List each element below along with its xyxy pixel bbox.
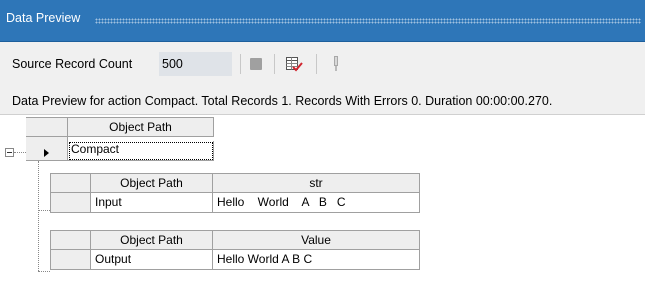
toolbar: Source Record Count: [0, 42, 645, 89]
input-path-cell[interactable]: Input: [91, 193, 213, 213]
toolbar-separator: [316, 54, 317, 74]
grid-corner-cell: [26, 117, 68, 137]
stop-button[interactable]: [248, 56, 264, 72]
pin-icon: [334, 56, 338, 71]
output-value-cell[interactable]: Hello World A B C: [213, 250, 420, 270]
status-line: Data Preview for action Compact. Total R…: [0, 89, 645, 115]
input-column-header[interactable]: str: [213, 173, 420, 193]
preview-data-button[interactable]: [285, 55, 303, 73]
output-path-cell[interactable]: Output: [91, 250, 213, 270]
input-corner-cell: [50, 173, 91, 193]
output-row-header[interactable]: [50, 250, 91, 270]
titlebar-grip[interactable]: [95, 18, 641, 24]
root-column-header[interactable]: Object Path: [68, 117, 214, 137]
output-column-header[interactable]: Object Path: [91, 230, 213, 250]
input-column-header[interactable]: Object Path: [91, 173, 213, 193]
toolbar-separator: [274, 54, 275, 74]
panel-titlebar: Data Preview: [0, 0, 645, 42]
tree-connector: [38, 161, 39, 271]
source-record-count-label: Source Record Count: [12, 57, 133, 71]
stop-icon: [250, 58, 262, 70]
tree-connector: [38, 210, 50, 211]
output-corner-cell: [50, 230, 91, 250]
toolbar-separator: [240, 54, 241, 74]
tree-connector: [38, 271, 50, 272]
root-row-cell[interactable]: Compact: [68, 141, 214, 161]
output-column-header[interactable]: Value: [213, 230, 420, 250]
tree-connector: [14, 152, 26, 153]
panel-title: Data Preview: [6, 11, 81, 25]
pin-button[interactable]: [330, 55, 342, 73]
input-value-cell[interactable]: Hello World A B C: [213, 193, 420, 213]
status-message: Data Preview for action Compact. Total R…: [12, 94, 553, 108]
input-row-header[interactable]: [50, 193, 91, 213]
collapse-toggle-icon[interactable]: [5, 148, 14, 157]
table-check-icon: [286, 57, 303, 72]
data-preview-grid: Object Path Compact Object Path str Inpu…: [0, 115, 645, 284]
current-row-indicator-icon: [44, 149, 49, 157]
source-record-count-input[interactable]: [159, 52, 232, 76]
